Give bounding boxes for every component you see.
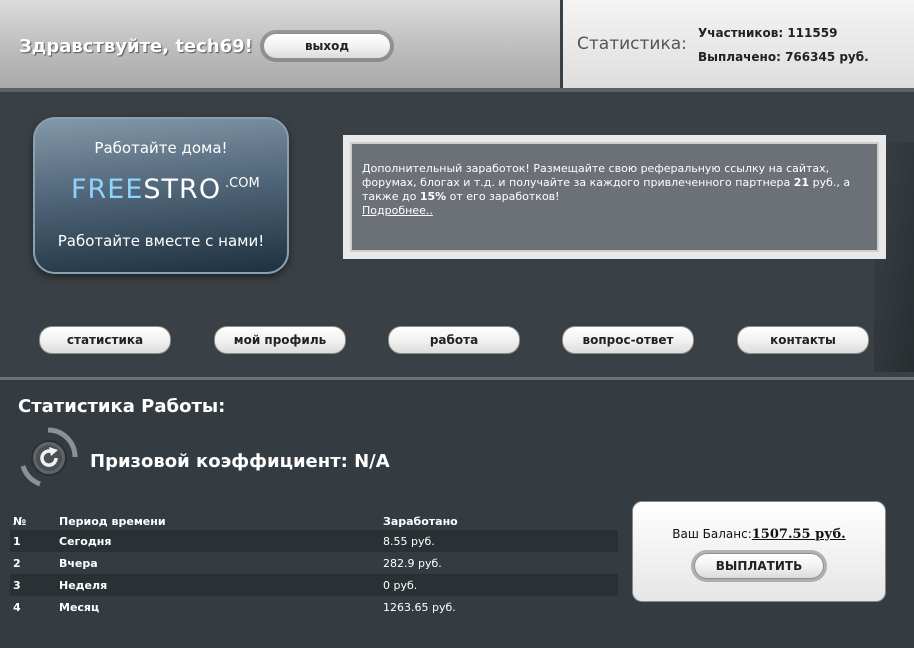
row-number: 2	[13, 556, 21, 570]
row-earned: 0 руб.	[383, 578, 418, 592]
more-link[interactable]: Подробнее..	[362, 204, 433, 217]
table-row: 4 Месяц 1263.65 руб.	[10, 596, 618, 618]
row-period: Неделя	[59, 578, 108, 592]
referral-info-text: Дополнительный заработок! Размещайте сво…	[350, 142, 879, 252]
stats-title: Статистика:	[577, 34, 687, 54]
balance-panel: Ваш Баланс:1507.55 руб. ВЫПЛАТИТЬ	[632, 501, 886, 602]
logo-tagline-bottom: Работайте вместе с нами!	[57, 232, 265, 250]
header-period: Период времени	[59, 514, 166, 528]
participants-count: Участников: 111559	[698, 26, 838, 40]
info-text-part1: Дополнительный заработок! Размещайте сво…	[362, 162, 830, 189]
nav-work[interactable]: работа	[388, 326, 520, 354]
info-percent: 15%	[419, 190, 447, 203]
info-amount: 21	[793, 176, 810, 189]
refresh-icon	[20, 427, 78, 487]
info-text-part3: от его заработков!	[446, 190, 560, 203]
paid-total: Выплачено: 766345 руб.	[698, 50, 869, 64]
logo-tagline-top: Работайте дома!	[94, 139, 228, 157]
nav-my-profile[interactable]: мой профиль	[214, 326, 346, 354]
site-logo[interactable]: Работайте дома! FREESTRO .COM Работайте …	[33, 117, 289, 274]
payout-button[interactable]: ВЫПЛАТИТЬ	[694, 553, 824, 579]
header-earned: Заработано	[383, 514, 458, 528]
row-number: 3	[13, 578, 21, 592]
row-period: Месяц	[59, 600, 100, 614]
row-number: 1	[13, 534, 21, 548]
table-row: 1 Сегодня 8.55 руб.	[10, 530, 618, 552]
balance-label: Ваш Баланс:	[672, 527, 752, 541]
row-earned: 1263.65 руб.	[383, 600, 456, 614]
greeting-text: Здравствуйте, tech69!	[19, 36, 253, 57]
table-header: № Период времени Заработано	[10, 512, 618, 530]
nav-statistics[interactable]: статистика	[39, 326, 171, 354]
logo-brand-stro: STRO	[143, 174, 222, 205]
table-row: 3 Неделя 0 руб.	[10, 574, 618, 596]
page-title: Статистика Работы:	[18, 396, 226, 417]
row-earned: 8.55 руб.	[383, 534, 435, 548]
header-greeting-panel: Здравствуйте, tech69! выход	[0, 0, 560, 88]
row-period: Вчера	[59, 556, 98, 570]
logo-domain: .COM	[225, 176, 260, 191]
referral-info-box: Дополнительный заработок! Размещайте сво…	[343, 135, 886, 259]
nav-faq[interactable]: вопрос-ответ	[562, 326, 694, 354]
main-content: Статистика Работы: Призовой коэффициент:…	[0, 380, 914, 648]
balance-amount[interactable]: 1507.55 руб.	[752, 527, 846, 542]
earnings-table: № Период времени Заработано 1 Сегодня 8.…	[10, 512, 618, 618]
row-number: 4	[13, 600, 21, 614]
logo-brand: FREESTRO	[71, 174, 221, 205]
header-number: №	[13, 514, 27, 528]
row-earned: 282.9 руб.	[383, 556, 442, 570]
row-period: Сегодня	[59, 534, 112, 548]
balance-line: Ваш Баланс:1507.55 руб.	[633, 527, 885, 542]
nav-contacts[interactable]: контакты	[737, 326, 869, 354]
prize-coefficient: Призовой коэффициент: N/A	[90, 451, 390, 472]
header-stats-panel: Статистика: Участников: 111559 Выплачено…	[563, 0, 914, 88]
logout-button[interactable]: выход	[263, 33, 391, 59]
logo-brand-free: FREE	[71, 174, 144, 205]
table-row: 2 Вчера 282.9 руб.	[10, 552, 618, 574]
